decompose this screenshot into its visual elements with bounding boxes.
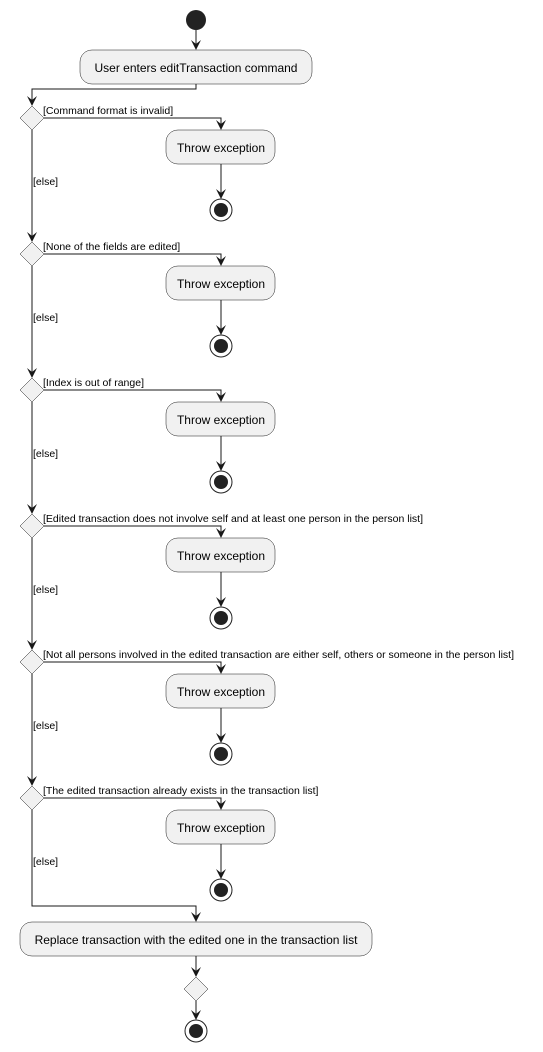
decision-group: [None of the fields are edited] Throw exc… <box>19 241 276 378</box>
guard-label: [The edited transaction already exists i… <box>43 785 319 797</box>
else-label: [else] <box>33 720 58 732</box>
else-label: [else] <box>33 856 58 868</box>
action-throw-exception: Throw exception <box>165 265 276 301</box>
flow-arrow-guard <box>44 661 226 674</box>
activity-diagram: User enters editTransaction command [Com… <box>19 10 514 1043</box>
flow-arrow-guard <box>44 797 226 810</box>
end-node <box>209 334 233 358</box>
flow-arrow-guard <box>44 253 226 266</box>
flow-arrow-guard <box>44 117 226 130</box>
action-label: Throw exception <box>177 277 265 291</box>
merge-diamond <box>183 976 209 1002</box>
else-label: [else] <box>33 176 58 188</box>
action-label: Throw exception <box>177 685 265 699</box>
action-label: Throw exception <box>177 549 265 563</box>
else-label: [else] <box>33 584 58 596</box>
end-node <box>209 742 233 766</box>
decision-group: [Edited transaction does not involve sel… <box>19 513 423 650</box>
guard-label: [Edited transaction does not involve sel… <box>43 513 423 525</box>
end-node <box>184 1019 208 1043</box>
end-node <box>209 878 233 902</box>
action-throw-exception: Throw exception <box>165 809 276 845</box>
else-label: [else] <box>33 312 58 324</box>
else-label: [else] <box>33 448 58 460</box>
decision-group: [Command format is invalid] Throw excepti… <box>19 105 276 242</box>
end-node <box>209 470 233 494</box>
start-node <box>186 10 206 30</box>
guard-label: [Index is out of range] <box>43 377 144 389</box>
action-throw-exception: Throw exception <box>165 401 276 437</box>
action-label: Throw exception <box>177 821 265 835</box>
decision-diamond <box>19 377 45 403</box>
decision-diamond <box>19 649 45 675</box>
action-label: Throw exception <box>177 413 265 427</box>
guard-label: [Not all persons involved in the edited … <box>43 649 514 661</box>
action-replace-transaction: Replace transaction with the edited one … <box>19 921 373 957</box>
flow-arrow-guard <box>44 389 226 402</box>
decision-diamond <box>19 785 45 811</box>
decision-diamond <box>19 513 45 539</box>
decision-group: [Index is out of range] Throw exception [e… <box>19 377 276 514</box>
decision-group: [The edited transaction already exists i… <box>19 785 319 902</box>
guard-label: [None of the fields are edited] <box>43 241 180 253</box>
decision-diamond <box>19 105 45 131</box>
action-label: Throw exception <box>177 141 265 155</box>
action-throw-exception: Throw exception <box>165 673 276 709</box>
decision-diamond <box>19 241 45 267</box>
decision-group: [Not all persons involved in the edited … <box>19 649 514 786</box>
flow-arrow-guard <box>44 525 226 538</box>
end-node <box>209 606 233 630</box>
end-node <box>209 198 233 222</box>
flow-arrow <box>27 84 197 106</box>
guard-label: [Command format is invalid] <box>43 105 173 117</box>
action-throw-exception: Throw exception <box>165 129 276 165</box>
action-user-enters-command: User enters editTransaction command <box>79 49 313 85</box>
action-throw-exception: Throw exception <box>165 537 276 573</box>
action-label: Replace transaction with the edited one … <box>35 933 359 947</box>
action-label: User enters editTransaction command <box>95 61 298 75</box>
